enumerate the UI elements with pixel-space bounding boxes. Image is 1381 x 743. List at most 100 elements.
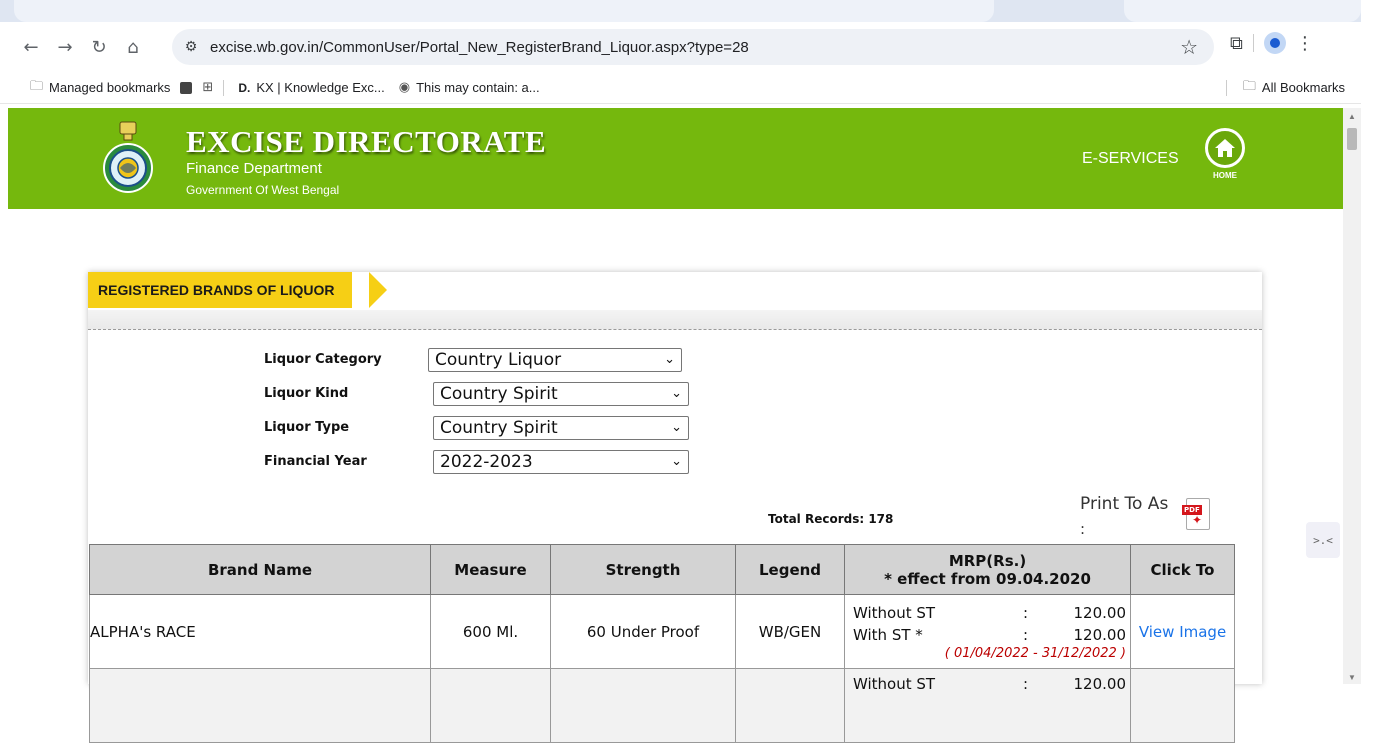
bookmark-star-icon[interactable]: ☆: [1180, 35, 1198, 59]
mrp-value: 120.00: [1073, 603, 1127, 622]
forward-icon[interactable]: →: [50, 32, 80, 62]
bookmark-apps[interactable]: ⊞: [202, 80, 213, 95]
bookmark-divider: [223, 79, 225, 96]
bookmark-label: KX | Knowledge Exc...: [256, 80, 385, 95]
total-records: Total Records: 178: [768, 512, 894, 526]
select-value: Country Spirit: [440, 384, 558, 404]
col-strength: Strength: [550, 544, 736, 595]
filter-label: Liquor Type: [264, 420, 350, 435]
chevron-down-icon: ⌄: [671, 386, 682, 401]
pdf-export-icon[interactable]: PDF ✦: [1182, 498, 1210, 530]
cell-legend: WB/GEN: [735, 594, 845, 669]
site-info-icon[interactable]: ⚙: [178, 39, 204, 55]
liquor-kind-select[interactable]: Country Spirit ⌄: [433, 382, 689, 406]
browser-tab[interactable]: [1124, 0, 1361, 22]
browser-tab[interactable]: [14, 0, 994, 22]
url-text[interactable]: excise.wb.gov.in/CommonUser/Portal_New_R…: [210, 39, 749, 56]
scroll-up-icon[interactable]: ▲: [1348, 112, 1356, 121]
side-panel-toggle-icon[interactable]: >.<: [1306, 522, 1340, 558]
all-bookmarks[interactable]: 🗀 All Bookmarks: [1225, 77, 1345, 99]
toolbar-divider: [1252, 34, 1254, 52]
menu-kebab-icon[interactable]: ⋮: [1296, 33, 1314, 54]
filter-row-category: Liquor Category Country Liquor ⌄: [88, 348, 788, 372]
state-emblem-icon: [102, 120, 154, 194]
cell-strength: [550, 668, 736, 743]
mrp-key: Without ST: [853, 675, 936, 693]
brands-panel: REGISTERED BRANDS OF LIQUOR Liquor Categ…: [88, 272, 1262, 743]
acrobat-icon: ✦: [1192, 513, 1203, 527]
home-button[interactable]: HOME: [1202, 128, 1248, 188]
bookmarks-bar: 🗀 Managed bookmarks ⊞ D. KX | Knowledge …: [0, 72, 1361, 104]
col-measure: Measure: [430, 544, 551, 595]
mrp-without-st: Without ST : 120.00: [849, 673, 1126, 695]
bookmark-label: This may contain: a...: [416, 80, 540, 95]
home-icon: [1205, 128, 1245, 168]
folder-managed-icon: 🗀: [30, 78, 44, 94]
filter-row-type: Liquor Type Country Spirit ⌄: [88, 416, 788, 440]
mrp-value: 120.00: [1073, 675, 1127, 693]
cell-action: [1130, 668, 1235, 743]
cell-measure: 600 Ml.: [430, 594, 551, 669]
print-label-text: Print To As: [1080, 494, 1169, 514]
financial-year-select[interactable]: 2022-2023 ⌄: [433, 450, 689, 474]
bookmark-label: Managed bookmarks: [49, 80, 171, 95]
bookmark-square[interactable]: [180, 81, 193, 94]
browser-toolbar: ← → ↻ ⌂ ⚙ excise.wb.gov.in/CommonUser/Po…: [0, 22, 1361, 72]
panel-heading: REGISTERED BRANDS OF LIQUOR: [88, 272, 353, 308]
address-bar[interactable]: ⚙ excise.wb.gov.in/CommonUser/Portal_New…: [172, 29, 1214, 65]
table-header-row: Brand Name Measure Strength Legend MRP(R…: [89, 544, 1235, 595]
eservices-link[interactable]: E-SERVICES: [1082, 150, 1179, 168]
mrp-header-line2: * effect from 09.04.2020: [884, 569, 1091, 588]
liquor-category-select[interactable]: Country Liquor ⌄: [428, 348, 682, 372]
filter-label: Liquor Kind: [264, 386, 349, 401]
cell-mrp: Without ST : 120.00: [844, 668, 1131, 743]
government-name: Government Of West Bengal: [186, 183, 340, 197]
chevron-down-icon: ⌄: [671, 420, 682, 435]
panel-divider-bar: [88, 310, 1262, 330]
mrp-with-st: With ST * : 120.00: [849, 624, 1126, 646]
globe-icon: ◉: [398, 80, 411, 95]
mrp-colon: :: [1023, 625, 1029, 644]
mrp-colon: :: [1023, 675, 1029, 693]
mrp-header-line1: MRP(Rs.): [948, 551, 1027, 570]
filter-label: Financial Year: [264, 454, 367, 469]
back-icon[interactable]: ←: [16, 32, 46, 62]
cell-action: View Image: [1130, 594, 1235, 669]
cell-measure: [430, 668, 551, 743]
mrp-key: Without ST: [853, 603, 936, 622]
all-bookmarks-label: All Bookmarks: [1261, 80, 1345, 95]
department-name: Finance Department: [186, 160, 322, 177]
view-image-link[interactable]: View Image: [1139, 623, 1226, 641]
scroll-down-icon[interactable]: ▼: [1348, 673, 1356, 682]
home-browser-icon[interactable]: ⌂: [118, 32, 148, 62]
bookmark-kx[interactable]: D. KX | Knowledge Exc...: [238, 80, 384, 95]
bookmark-managed[interactable]: 🗀 Managed bookmarks: [30, 77, 170, 99]
bookmark-divider: [1225, 79, 1227, 96]
table-row: Without ST : 120.00: [89, 668, 1235, 743]
ribbon-arrow: [369, 272, 387, 308]
reload-icon[interactable]: ↻: [84, 32, 114, 62]
page-scrollbar[interactable]: ▲ ▼: [1343, 108, 1361, 684]
col-mrp: MRP(Rs.) * effect from 09.04.2020: [844, 544, 1131, 595]
col-click-to: Click To: [1130, 544, 1235, 595]
home-label: HOME: [1213, 171, 1237, 180]
mrp-colon: :: [1023, 603, 1029, 622]
cell-strength: 60 Under Proof: [550, 594, 736, 669]
profile-avatar-icon[interactable]: [1263, 32, 1286, 54]
liquor-type-select[interactable]: Country Spirit ⌄: [433, 416, 689, 440]
bookmark-globe[interactable]: ◉ This may contain: a...: [399, 80, 540, 95]
col-brand-name: Brand Name: [89, 544, 431, 595]
extensions-icon[interactable]: ⧉: [1230, 33, 1243, 54]
folder-icon: 🗀: [1242, 78, 1256, 94]
mrp-key: With ST *: [853, 625, 923, 644]
site-title: EXCISE DIRECTORATE: [186, 124, 547, 159]
mrp-value: 120.00: [1073, 625, 1127, 644]
filter-row-year: Financial Year 2022-2023 ⌄: [88, 450, 788, 474]
scroll-thumb[interactable]: [1347, 128, 1357, 150]
mrp-without-st: Without ST : 120.00: [849, 602, 1126, 624]
table-row: ALPHA's RACE 600 Ml. 60 Under Proof WB/G…: [89, 594, 1235, 669]
kx-favicon-icon: D.: [238, 80, 251, 95]
select-value: 2022-2023: [440, 452, 533, 472]
cell-legend: [735, 668, 845, 743]
cell-brand: ALPHA's RACE: [89, 594, 431, 669]
